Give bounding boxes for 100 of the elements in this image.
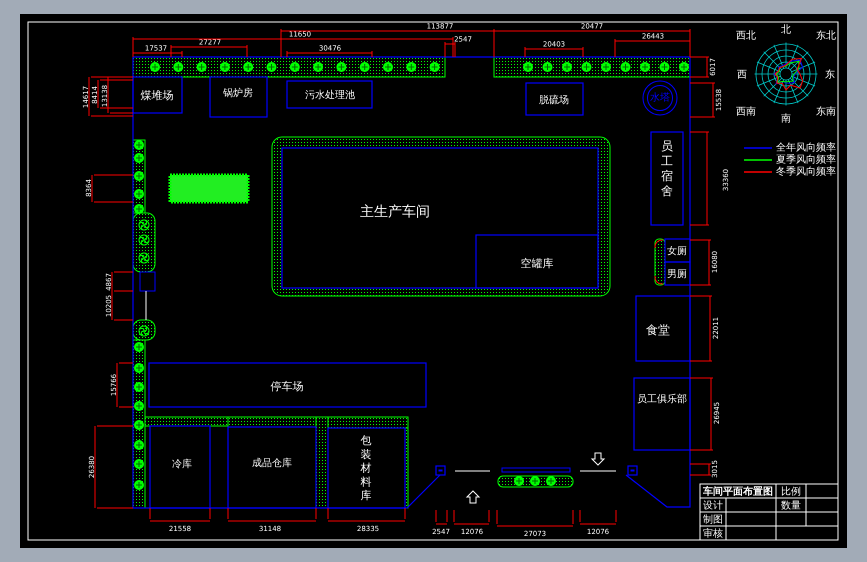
- building-label: 成品仓库: [252, 458, 292, 469]
- tree-icon: [173, 62, 184, 72]
- tree-icon: [196, 62, 207, 72]
- direction-label: 北: [781, 24, 791, 36]
- legend-label: 冬季风向频率: [776, 166, 836, 178]
- dimension-line: [436, 510, 448, 524]
- building-label: 脱硫场: [539, 95, 569, 106]
- tree-icon: [430, 62, 440, 72]
- title-block-label: 制图: [703, 514, 723, 526]
- direction-label: 东北: [816, 30, 836, 42]
- direction-label: 西南: [736, 106, 756, 118]
- building-label: 停车场: [270, 380, 304, 393]
- dimension-line: [690, 464, 712, 476]
- tree-icon: [134, 171, 144, 181]
- gatehouse-outline: [502, 468, 570, 472]
- tree-icon: [134, 204, 144, 214]
- building-outline: [664, 238, 691, 263]
- gate-post-icon: [435, 465, 446, 476]
- direction-label: 西北: [736, 30, 756, 42]
- title-block-label: 数量: [781, 500, 801, 512]
- gate-line: [454, 470, 490, 472]
- dimension-line: [150, 508, 210, 522]
- tree-icon: [620, 62, 630, 72]
- up-arrow-icon: [466, 490, 480, 504]
- building-label: 员工俱乐部: [637, 394, 687, 405]
- dimension-line: [92, 174, 134, 202]
- drawing-title: 车间平面布置图: [703, 486, 773, 498]
- tree-icon: [523, 62, 533, 72]
- building-label: 空罐库: [520, 257, 554, 270]
- legend-label: 夏季风向频率: [776, 154, 836, 166]
- building-outline: [209, 76, 268, 118]
- tree-icon: [601, 62, 611, 72]
- tree-icon: [546, 476, 556, 486]
- tree-icon: [562, 62, 572, 72]
- direction-label: 东: [825, 70, 835, 81]
- tree-icon: [134, 420, 144, 430]
- tree-icon: [679, 62, 689, 72]
- dimension-line: [580, 510, 616, 524]
- tree-icon: [514, 476, 524, 486]
- tree-icon: [134, 140, 144, 150]
- dimension-line: [98, 80, 134, 108]
- down-arrow-icon: [590, 452, 606, 466]
- tree-icon: [134, 459, 144, 469]
- tree-icon: [640, 62, 650, 72]
- dimension-line: [454, 510, 490, 524]
- building-label: 主生产车间: [360, 204, 430, 220]
- tree-icon: [383, 62, 393, 72]
- building-label: 煤堆场: [140, 89, 174, 102]
- tree-icon: [243, 62, 254, 72]
- building-outline: [525, 82, 584, 116]
- gate-line: [580, 470, 616, 472]
- tree-icon: [542, 62, 552, 72]
- title-block-label: 审核: [703, 528, 723, 540]
- tree-icon: [220, 62, 230, 72]
- building-outline: [132, 76, 183, 114]
- wind-rose-drawing: [754, 42, 818, 106]
- tree-icon: [134, 382, 144, 392]
- gate-booth: [140, 272, 156, 292]
- shrub-icon: [138, 234, 150, 246]
- direction-label: 西: [737, 70, 747, 81]
- tree-icon: [360, 62, 370, 72]
- tree-icon: [290, 62, 300, 72]
- dimension-line: [116, 362, 134, 408]
- tree-icon: [134, 153, 144, 163]
- tree-icon: [134, 480, 144, 490]
- tree-icon: [134, 440, 144, 450]
- building-outline: [635, 295, 691, 362]
- building-label: 女厕: [667, 246, 687, 257]
- building-outline: [664, 261, 691, 286]
- tree-icon: [150, 62, 160, 72]
- tree-icon: [660, 62, 670, 72]
- tree-icon: [313, 62, 324, 72]
- dimension-line: [690, 296, 712, 362]
- shrub-icon: [138, 220, 150, 230]
- shrub-icon: [138, 252, 150, 264]
- tree-icon: [266, 62, 276, 72]
- tree-icon: [134, 401, 144, 411]
- building-label: 冷库: [172, 459, 192, 470]
- title-block-label: 设计: [703, 500, 723, 512]
- legend-label: 全年风向频率: [776, 142, 836, 154]
- building-label: 员工宿舍: [661, 139, 673, 198]
- building-label: 污水处理池: [305, 90, 355, 101]
- water-tower-label: 水塔: [650, 92, 670, 104]
- building-label: 锅炉房: [223, 88, 253, 99]
- direction-label: 南: [781, 114, 791, 125]
- building-label: 包装材料库: [360, 434, 372, 502]
- title-block-label: 比例: [781, 486, 801, 498]
- shrub-icon: [138, 326, 150, 336]
- water-tower-drawing: [642, 80, 678, 116]
- building-label: 男厕: [667, 269, 687, 280]
- dimension-line: [690, 82, 716, 118]
- building-label: 食堂: [646, 323, 670, 337]
- tree-icon: [134, 189, 144, 199]
- tree-icon: [406, 62, 416, 72]
- tree-icon: [134, 363, 144, 373]
- direction-label: 东南: [816, 106, 836, 118]
- dimension-line: [690, 240, 712, 286]
- tree-icon: [582, 62, 592, 72]
- tree-icon: [134, 342, 144, 352]
- tree-icon: [530, 476, 540, 486]
